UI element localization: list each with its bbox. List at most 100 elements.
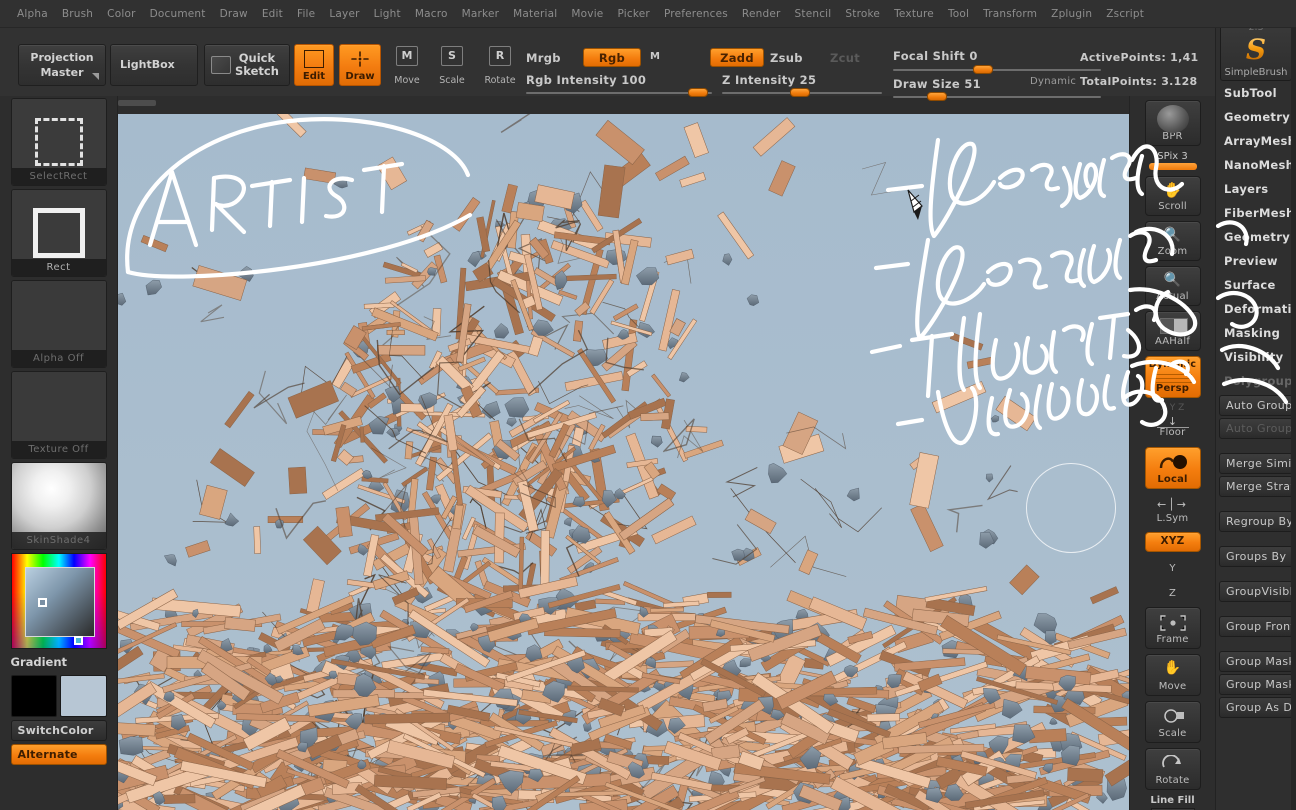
tool-section-deformation-9[interactable]: Deformation: [1216, 297, 1296, 321]
lightbox-button[interactable]: LightBox: [110, 44, 198, 86]
menu-item-tool[interactable]: Tool: [941, 5, 976, 23]
rgb-button[interactable]: Rgb: [583, 48, 641, 67]
y-axis-button[interactable]: Y: [1145, 557, 1201, 577]
m-button[interactable]: M: [650, 51, 660, 62]
local-button[interactable]: Local: [1145, 447, 1201, 489]
tool-section-preview-7[interactable]: Preview: [1216, 249, 1296, 273]
floor-button[interactable]: ↓ Floor: [1145, 415, 1201, 441]
tool-panel-scrollbar[interactable]: [1291, 0, 1296, 810]
stroke-slot[interactable]: Rect: [11, 189, 107, 277]
color-picker[interactable]: [11, 553, 107, 649]
menu-item-macro[interactable]: Macro: [408, 5, 455, 23]
z-intensity-slider-knob[interactable]: [790, 88, 810, 97]
tool-section-layers-4[interactable]: Layers: [1216, 177, 1296, 201]
tool-button-merge-stray-4[interactable]: Merge Stray: [1219, 476, 1293, 497]
tool-button-groupvisible-10[interactable]: GroupVisible: [1219, 581, 1293, 602]
menu-item-marker[interactable]: Marker: [455, 5, 507, 23]
canvas-viewport[interactable]: [118, 114, 1129, 810]
menu-item-draw[interactable]: Draw: [213, 5, 255, 23]
menu-item-document[interactable]: Document: [143, 5, 213, 23]
tool-button-auto-group-1[interactable]: Auto Group: [1219, 418, 1293, 439]
aahalf-button[interactable]: AAHalf: [1145, 311, 1201, 351]
tool-section-nanomesh-3[interactable]: NanoMesh: [1216, 153, 1296, 177]
line-fill-label[interactable]: Line Fill: [1130, 795, 1215, 806]
rotate-button[interactable]: R Rotate: [479, 46, 521, 86]
tool-section-fibermesh-5[interactable]: FiberMesh: [1216, 201, 1296, 225]
rgb-intensity-slider-knob[interactable]: [688, 88, 708, 97]
move-gizmo-button[interactable]: ✋ Move: [1145, 654, 1201, 696]
bpr-button[interactable]: BPR: [1145, 100, 1201, 146]
material-slot[interactable]: SkinShade4: [11, 462, 107, 550]
menu-item-stroke[interactable]: Stroke: [838, 5, 887, 23]
zcut-button[interactable]: Zcut: [830, 51, 860, 65]
tool-section-visibility-11[interactable]: Visibility: [1216, 345, 1296, 369]
quick-sketch-button[interactable]: Quick Sketch: [204, 44, 290, 86]
menu-item-zplugin[interactable]: Zplugin: [1044, 5, 1099, 23]
tool-button-group-masked-15[interactable]: Group Masked: [1219, 674, 1293, 695]
spix-label[interactable]: SPix 3: [1130, 151, 1215, 162]
menu-item-edit[interactable]: Edit: [255, 5, 290, 23]
menu-item-material[interactable]: Material: [506, 5, 564, 23]
menu-item-preferences[interactable]: Preferences: [657, 5, 735, 23]
z-axis-button[interactable]: Z: [1145, 582, 1201, 602]
tool-section-masking-10[interactable]: Masking: [1216, 321, 1296, 345]
texture-slot[interactable]: Texture Off: [11, 371, 107, 459]
color-picker-sv-square[interactable]: [25, 567, 95, 637]
zoom-button[interactable]: 🔍 Zoom: [1145, 221, 1201, 261]
focal-shift-slider-knob[interactable]: [973, 65, 993, 74]
draw-size-slider-knob[interactable]: [927, 92, 947, 101]
scale-gizmo-button[interactable]: Scale: [1145, 701, 1201, 743]
secondary-color-swatch[interactable]: [60, 675, 107, 717]
stencil-slot[interactable]: SelectRect: [11, 98, 107, 186]
move-button[interactable]: M Move: [388, 46, 426, 86]
menu-item-zscript[interactable]: Zscript: [1099, 5, 1151, 23]
tool-section-polygroups[interactable]: Polygroups: [1216, 369, 1296, 393]
tool-section-surface-8[interactable]: Surface: [1216, 273, 1296, 297]
actual-button[interactable]: 🔍 Actual: [1145, 266, 1201, 306]
tool-button-groups-by-8[interactable]: Groups By: [1219, 546, 1293, 567]
alpha-slot[interactable]: Alpha Off: [11, 280, 107, 368]
scroll-button[interactable]: ✋ Scroll: [1145, 176, 1201, 216]
current-tool-header[interactable]: 2.3 S SimpleBrush: [1220, 19, 1292, 81]
tool-button-group-masked-14[interactable]: Group Masked: [1219, 651, 1293, 672]
spix-slider[interactable]: [1149, 163, 1197, 170]
dynamic-label[interactable]: Dynamic: [1030, 76, 1076, 87]
tool-section-geometry-1[interactable]: Geometry: [1216, 105, 1296, 129]
edit-button[interactable]: Edit: [294, 44, 334, 86]
menu-item-stencil[interactable]: Stencil: [788, 5, 839, 23]
focal-shift-slider-track[interactable]: [893, 69, 1101, 71]
mrgb-button[interactable]: Mrgb: [526, 51, 561, 65]
menu-item-color[interactable]: Color: [100, 5, 142, 23]
zadd-button[interactable]: Zadd: [710, 48, 764, 67]
floor-axes-label[interactable]: X Y Z: [1130, 403, 1215, 413]
menu-item-alpha[interactable]: Alpha: [10, 5, 55, 23]
menu-item-brush[interactable]: Brush: [55, 5, 100, 23]
draw-button[interactable]: Draw: [339, 44, 381, 86]
menu-item-file[interactable]: File: [290, 5, 322, 23]
rotate-gizmo-button[interactable]: Rotate: [1145, 748, 1201, 790]
canvas-drag-handle[interactable]: [118, 100, 156, 106]
xyz-button[interactable]: XYZ: [1145, 532, 1201, 552]
menu-item-render[interactable]: Render: [735, 5, 788, 23]
menu-item-transform[interactable]: Transform: [976, 5, 1044, 23]
menu-item-layer[interactable]: Layer: [322, 5, 366, 23]
rgb-intensity-slider-track[interactable]: [526, 92, 712, 94]
tool-button-auto-group-0[interactable]: Auto Group: [1219, 395, 1293, 416]
projection-master-button[interactable]: Projection Master: [18, 44, 106, 86]
tool-button-group-front-12[interactable]: Group Front: [1219, 616, 1293, 637]
zsub-button[interactable]: Zsub: [770, 51, 803, 65]
main-color-swatch[interactable]: [11, 675, 58, 717]
frame-button[interactable]: Frame: [1145, 607, 1201, 649]
menu-item-light[interactable]: Light: [367, 5, 408, 23]
lsym-button[interactable]: ←│→ L.Sym: [1145, 497, 1201, 527]
tool-button-merge-similar-3[interactable]: Merge Similar: [1219, 453, 1293, 474]
menu-item-texture[interactable]: Texture: [887, 5, 941, 23]
tool-section-subtool-0[interactable]: SubTool: [1216, 81, 1296, 105]
menu-item-picker[interactable]: Picker: [610, 5, 656, 23]
alternate-button[interactable]: Alternate: [11, 744, 107, 765]
tool-button-group-as-d-16[interactable]: Group As D: [1219, 697, 1293, 718]
tool-section-arraymesh-2[interactable]: ArrayMesh: [1216, 129, 1296, 153]
tool-button-regroup-by-6[interactable]: Regroup By: [1219, 511, 1293, 532]
persp-button[interactable]: Dynamic Persp: [1145, 356, 1201, 398]
menu-item-movie[interactable]: Movie: [564, 5, 610, 23]
